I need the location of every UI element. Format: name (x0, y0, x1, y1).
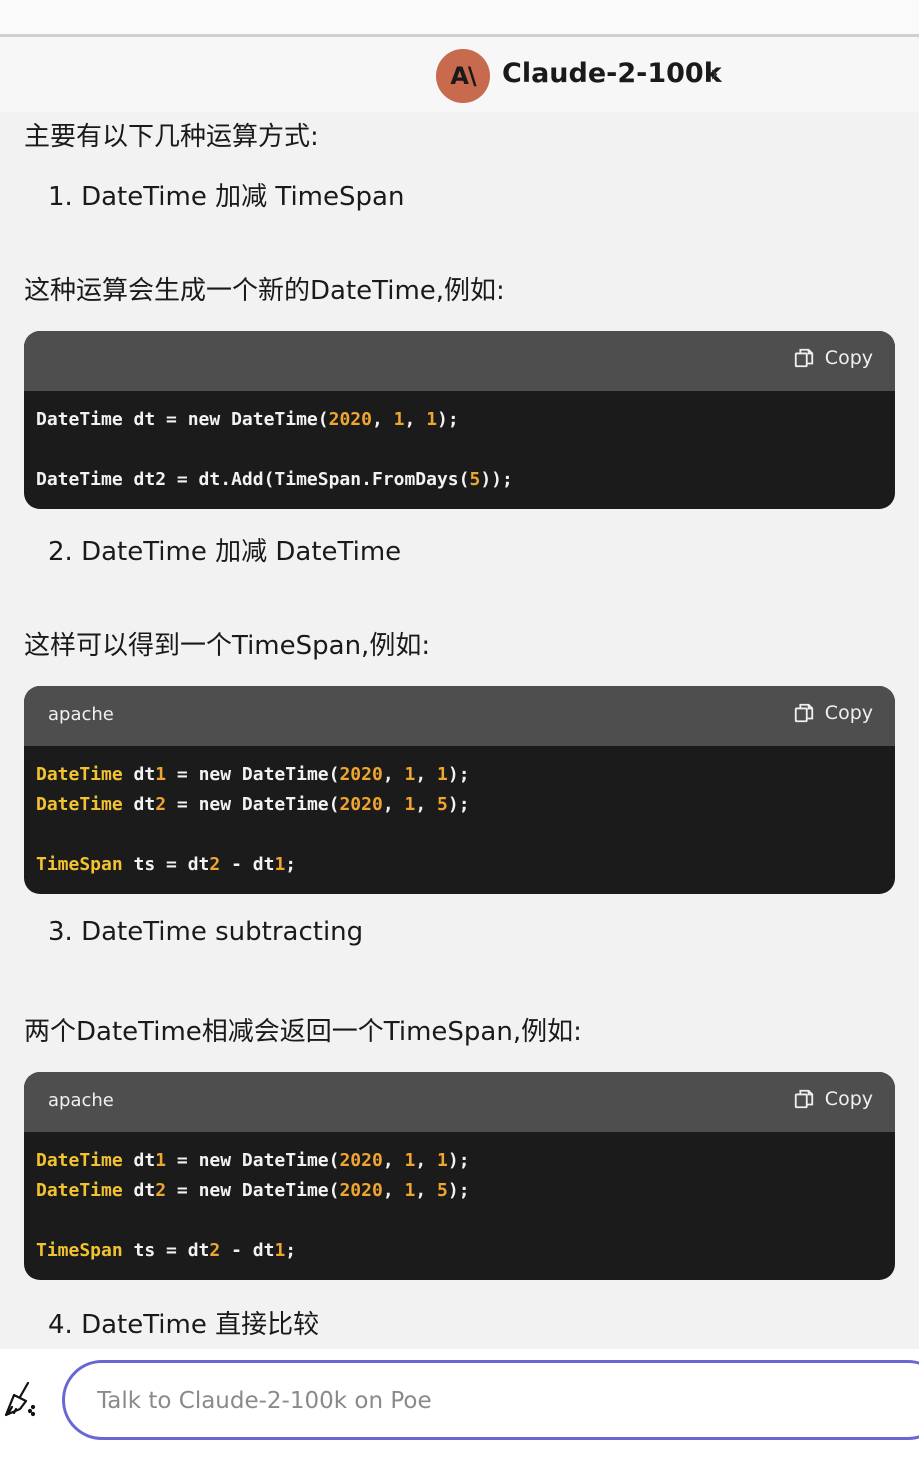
code-block-3: apache Copy DateTime dt1 = new DateTime(… (24, 1072, 895, 1280)
code-line: DateTime dt2 = new DateTime(2020, 1, 5); (36, 1180, 470, 1201)
copy-button[interactable]: Copy (793, 1088, 873, 1110)
code-line: TimeSpan ts = dt2 - dt1; (36, 854, 297, 875)
paragraph-3: 两个DateTime相减会返回一个TimeSpan,例如: (24, 1017, 582, 1047)
code-body: DateTime dt1 = new DateTime(2020, 1, 1);… (24, 746, 895, 894)
intro-text: 主要有以下几种运算方式: (24, 122, 319, 152)
code-block-header: apache Copy (24, 686, 895, 746)
copy-icon (794, 703, 813, 723)
bot-name-link[interactable]: Claude-2-100k (502, 58, 722, 89)
code-block-2: apache Copy DateTime dt1 = new DateTime(… (24, 686, 895, 894)
code-block-header: apache Copy (24, 1072, 895, 1132)
list-item-2: 2. DateTime 加减 DateTime (48, 537, 402, 567)
message-input-container[interactable] (62, 1360, 919, 1440)
header-top-strip (0, 0, 919, 34)
code-line: TimeSpan ts = dt2 - dt1; (36, 1240, 297, 1261)
copy-label: Copy (824, 702, 873, 724)
bot-avatar[interactable]: A\ (436, 49, 490, 103)
chat-header: A\ Claude-2-100k › (0, 0, 919, 112)
code-language-label: apache (48, 1090, 114, 1111)
code-block-1: Copy DateTime dt = new DateTime(2020, 1,… (24, 331, 895, 509)
list-item-3: 3. DateTime subtracting (48, 917, 364, 947)
composer-bar (0, 1349, 919, 1459)
code-line: DateTime dt2 = new DateTime(2020, 1, 5); (36, 794, 470, 815)
code-language-label: apache (48, 704, 114, 725)
code-line: DateTime dt1 = new DateTime(2020, 1, 1); (36, 764, 470, 785)
message-input[interactable] (95, 1383, 859, 1419)
list-item-1: 1. DateTime 加减 TimeSpan (48, 182, 405, 212)
broom-clear-context-icon[interactable] (0, 1379, 40, 1419)
code-line: DateTime dt2 = dt.Add(TimeSpan.FromDays(… (36, 469, 513, 490)
chevron-right-icon[interactable]: › (710, 62, 719, 87)
copy-label: Copy (824, 347, 873, 369)
copy-label: Copy (824, 1088, 873, 1110)
code-block-header: Copy (24, 331, 895, 391)
header-divider (0, 34, 919, 37)
code-line: DateTime dt = new DateTime(2020, 1, 1); (36, 409, 459, 430)
code-line: DateTime dt1 = new DateTime(2020, 1, 1); (36, 1150, 470, 1171)
copy-icon (794, 348, 813, 368)
copy-button[interactable]: Copy (793, 347, 873, 369)
code-body: DateTime dt = new DateTime(2020, 1, 1); … (24, 391, 895, 509)
list-item-4: 4. DateTime 直接比较 (48, 1310, 320, 1340)
copy-button[interactable]: Copy (793, 702, 873, 724)
copy-icon (794, 1089, 813, 1109)
paragraph-2: 这样可以得到一个TimeSpan,例如: (24, 631, 431, 661)
paragraph-1: 这种运算会生成一个新的DateTime,例如: (24, 276, 505, 306)
code-body: DateTime dt1 = new DateTime(2020, 1, 1);… (24, 1132, 895, 1280)
